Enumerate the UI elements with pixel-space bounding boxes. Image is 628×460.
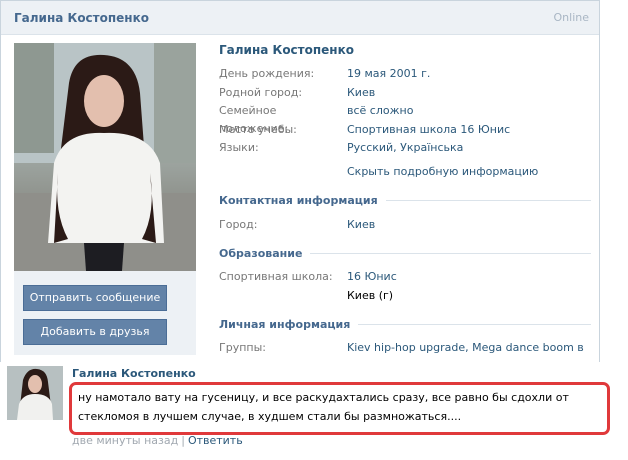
info-value-link[interactable]: Русский, Українська [347,139,463,158]
info-row-groups: Группы: Kiev hip-hop upgrade, Mega dance… [219,339,591,358]
info-row-sport-school: Спортивная школа: 16 Юнис [219,268,591,287]
add-friend-button[interactable]: Добавить в друзья [23,319,167,345]
comment-time[interactable]: две минуты назад [72,434,178,447]
profile-photo-image [14,43,196,271]
info-value-link[interactable]: Киев [347,216,375,235]
reply-link[interactable]: Ответить [188,434,243,447]
section-heading: Личная информация [219,317,351,331]
comment-author-link[interactable]: Галина Костопенко [72,367,196,380]
section-divider [385,200,591,201]
info-row-school-city: Киев (г) [219,287,591,306]
profile-photo[interactable] [14,43,196,271]
info-value: Киев (г) [347,288,394,302]
section-divider [310,252,591,254]
info-row-hometown: Родной город: Киев [219,84,591,103]
header-title[interactable]: Галина Костопенко [14,11,149,25]
info-value-link[interactable]: всё сложно [347,102,413,121]
comment-avatar[interactable] [7,366,63,420]
info-value-link[interactable]: 16 Юнис [347,268,397,287]
section-heading: Контактная информация [219,194,378,207]
section-heading: Образование [219,246,303,260]
section-contacts: Контактная информация [219,192,591,210]
info-label: Группы: [219,341,266,354]
comment-avatar-image [7,366,63,420]
profile-name: Галина Костопенко [219,43,354,57]
profile-info: Галина Костопенко День рождения: 19 мая … [219,41,591,358]
info-row-birthday: День рождения: 19 мая 2001 г. [219,65,591,84]
comment-footer: две минуты назад | Ответить [72,434,243,447]
send-message-button[interactable]: Отправить сообщение [23,285,167,311]
profile-card: Галина Костопенко Online Отправить сообщ… [0,0,600,362]
info-label: День рождения: [219,67,315,80]
section-education: Образование [219,244,591,262]
online-status: Online [553,11,589,24]
profile-header: Галина Костопенко Online [1,1,599,35]
info-label: Родной город: [219,85,303,99]
info-row-relationship: Семейное положение: всё сложно [219,102,591,135]
profile-left-column: Отправить сообщение Добавить в друзья [14,43,196,355]
info-label: Место учебы: [219,122,297,136]
toggle-details-link[interactable]: Скрыть подробную информацию [347,158,591,182]
info-label: Город: [219,217,258,231]
comment-text: ну намотало вату на гусеницу, и все раск… [69,382,610,435]
info-label: Языки: [219,141,259,154]
info-row-city: Город: Киев [219,216,591,235]
comment-separator: | [181,434,185,447]
info-label: Семейное положение: [219,104,289,135]
section-personal: Личная информация [219,315,591,333]
info-value-link[interactable]: Киев [347,84,375,103]
info-value-link[interactable]: Kiev hip-hop upgrade, Mega dance boom в [347,339,584,358]
info-label: Спортивная школа: [219,270,333,283]
info-value-link[interactable]: 19 мая 2001 г. [347,65,430,84]
profile-actions: Отправить сообщение Добавить в друзья [14,271,196,355]
info-row-school: Место учебы: Спортивная школа 16 Юнис [219,121,591,140]
info-row-languages: Языки: Русский, Українська [219,139,591,158]
info-value-link[interactable]: Спортивная школа 16 Юнис [347,121,510,140]
section-divider [358,323,591,325]
